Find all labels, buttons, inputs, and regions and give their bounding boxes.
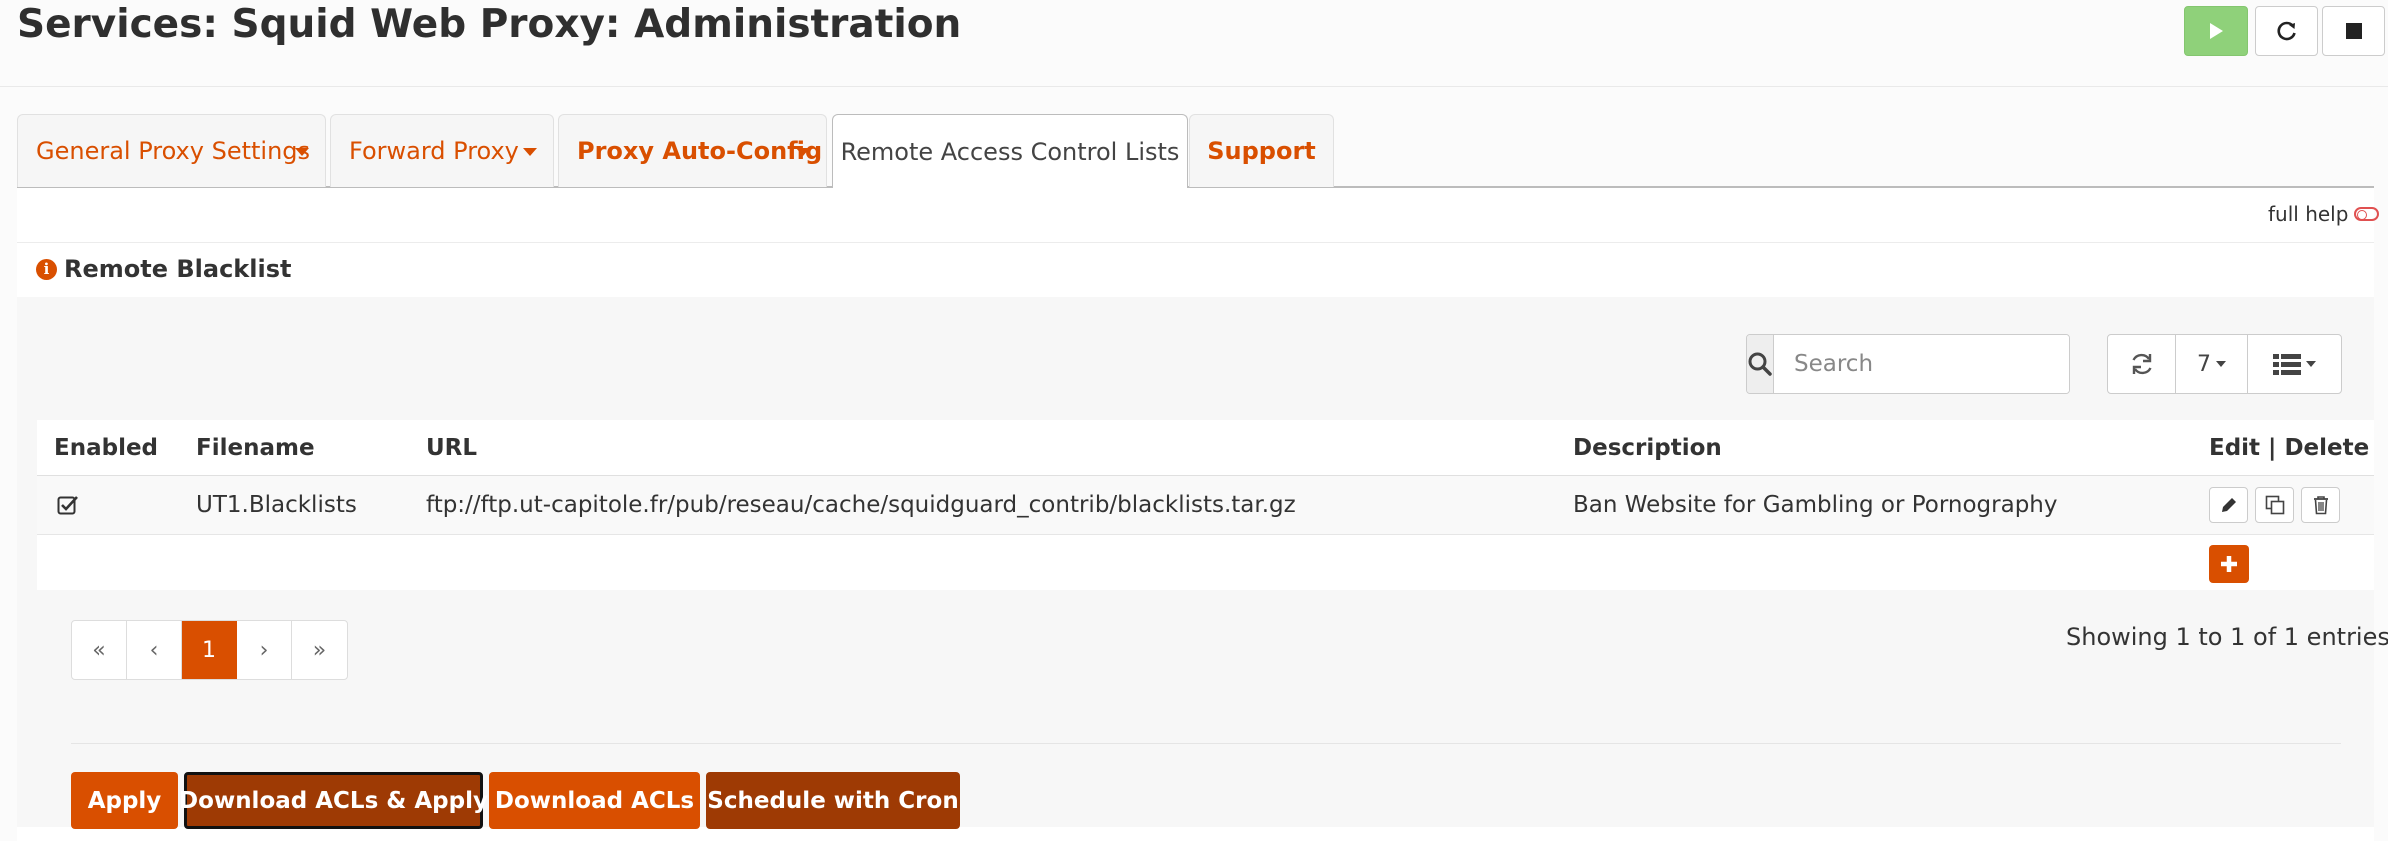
pagination: « ‹ 1 › » [71, 620, 348, 680]
tab-proxy-auto-config[interactable]: Proxy Auto-Config [558, 114, 827, 187]
pagination-next[interactable]: › [237, 621, 292, 679]
schedule-with-cron-button[interactable]: Schedule with Cron [706, 772, 960, 829]
column-select-dropdown[interactable] [2248, 335, 2341, 393]
header-divider [0, 86, 2388, 87]
search-icon [1747, 335, 1774, 393]
section-header [17, 242, 2374, 299]
chevron-down-icon [2216, 361, 2226, 367]
pagination-page-1[interactable]: 1 [182, 621, 237, 679]
column-header-description[interactable]: Description [1573, 420, 1722, 475]
page-size-dropdown[interactable]: 7 [2176, 335, 2248, 393]
edit-button[interactable] [2209, 487, 2248, 523]
pagination-last[interactable]: » [292, 621, 347, 679]
grid-toolbar: 7 [2107, 334, 2342, 394]
tab-general-proxy-settings[interactable]: General Proxy Settings [17, 114, 326, 187]
download-acls-button[interactable]: Download ACLs [489, 772, 700, 829]
table-header: Enabled Filename URL Description Edit | … [37, 420, 2374, 476]
refresh-icon [2276, 21, 2296, 41]
divider [71, 743, 2341, 744]
pagination-prev[interactable]: ‹ [127, 621, 182, 679]
column-header-url[interactable]: URL [426, 420, 477, 475]
tab-label: Proxy Auto-Config [577, 137, 823, 165]
description-cell: Ban Website for Gambling or Pornography [1573, 492, 2058, 518]
column-header-filename[interactable]: Filename [196, 420, 315, 475]
full-help-label: full help [2268, 202, 2349, 226]
play-icon [2210, 23, 2223, 39]
plus-icon [2221, 556, 2237, 572]
page-title: Services: Squid Web Proxy: Administratio… [17, 2, 962, 47]
full-help-toggle[interactable]: full help [2268, 202, 2380, 226]
download-acls-apply-button[interactable]: Download ACLs & Apply [179, 772, 488, 829]
pagination-first[interactable]: « [72, 621, 127, 679]
trash-icon [2313, 496, 2328, 515]
service-start-button[interactable] [2184, 6, 2248, 56]
copy-button[interactable] [2255, 487, 2294, 523]
search-box [1746, 334, 2070, 394]
chevron-down-icon[interactable] [796, 148, 810, 156]
url-cell: ftp://ftp.ut-capitole.fr/pub/reseau/cach… [426, 492, 1296, 518]
section-title: i Remote Blacklist [36, 255, 291, 283]
page-size-value: 7 [2197, 351, 2211, 377]
tab-remote-access-control-lists[interactable]: Remote Access Control Lists [832, 114, 1188, 190]
info-icon[interactable]: i [36, 258, 57, 280]
checkbox-checked-icon[interactable] [57, 494, 79, 516]
enabled-cell[interactable] [57, 476, 79, 534]
table-row[interactable]: UT1.Blacklists ftp://ftp.ut-capitole.fr/… [37, 476, 2374, 535]
table-footer [37, 535, 2374, 590]
column-header-enabled[interactable]: Enabled [54, 420, 158, 475]
delete-button[interactable] [2301, 487, 2340, 523]
chevron-down-icon[interactable] [523, 148, 537, 156]
column-header-commands: Edit | Delete [2209, 434, 2370, 461]
tab-support[interactable]: Support [1189, 114, 1334, 187]
stop-icon [2345, 23, 2362, 39]
section-title-text: Remote Blacklist [64, 255, 292, 283]
chevron-down-icon [2306, 361, 2316, 367]
tab-label: General Proxy Settings [36, 137, 311, 165]
tab-label: Forward Proxy [349, 137, 519, 165]
add-button[interactable] [2209, 545, 2249, 583]
search-input[interactable] [1774, 335, 2069, 393]
tab-label: Remote Access Control Lists [840, 137, 1180, 166]
service-stop-button[interactable] [2322, 6, 2385, 56]
commands-cell [2209, 476, 2340, 534]
entries-info: Showing 1 to 1 of 1 entries [2066, 623, 2388, 651]
pencil-icon [2221, 498, 2236, 512]
copy-icon [2265, 495, 2284, 515]
refresh-grid-button[interactable] [2108, 335, 2176, 393]
toggle-off-icon[interactable] [2354, 207, 2380, 221]
refresh-icon [2131, 353, 2152, 375]
filename-cell: UT1.Blacklists [196, 492, 357, 518]
service-restart-button[interactable] [2255, 6, 2318, 56]
apply-button[interactable]: Apply [71, 772, 178, 829]
tab-forward-proxy[interactable]: Forward Proxy [330, 114, 554, 187]
chevron-down-icon[interactable] [295, 148, 309, 156]
blacklist-table: Enabled Filename URL Description Edit | … [37, 420, 2374, 590]
list-icon [2273, 354, 2301, 375]
tab-label: Support [1207, 137, 1316, 165]
